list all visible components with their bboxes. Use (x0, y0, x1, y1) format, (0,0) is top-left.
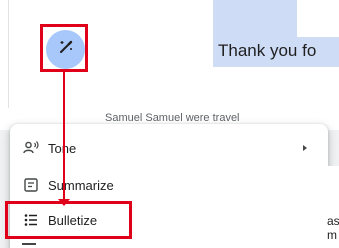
menu-item-tone[interactable]: Tone (10, 131, 328, 165)
submenu-arrow-icon (303, 145, 307, 151)
summarize-icon (22, 176, 40, 194)
annotation-box-ai-button (40, 24, 88, 72)
tone-icon (22, 139, 40, 157)
menu-item-label: Summarize (48, 177, 114, 193)
document-strip-text: Samuel Samuel were travel (105, 112, 240, 124)
document-right-text: as m (327, 214, 339, 242)
annotation-arrow (63, 72, 65, 200)
right-text-line: m (327, 228, 337, 242)
margin-rule (8, 0, 9, 108)
menu-item-summarize[interactable]: Summarize (10, 168, 328, 202)
selection-highlight-block (213, 0, 297, 40)
annotation-box-bulletize (5, 201, 132, 239)
selected-text[interactable]: Thank you fo (218, 41, 316, 61)
next-item-icon (22, 243, 36, 245)
right-text-line: as (327, 214, 339, 228)
